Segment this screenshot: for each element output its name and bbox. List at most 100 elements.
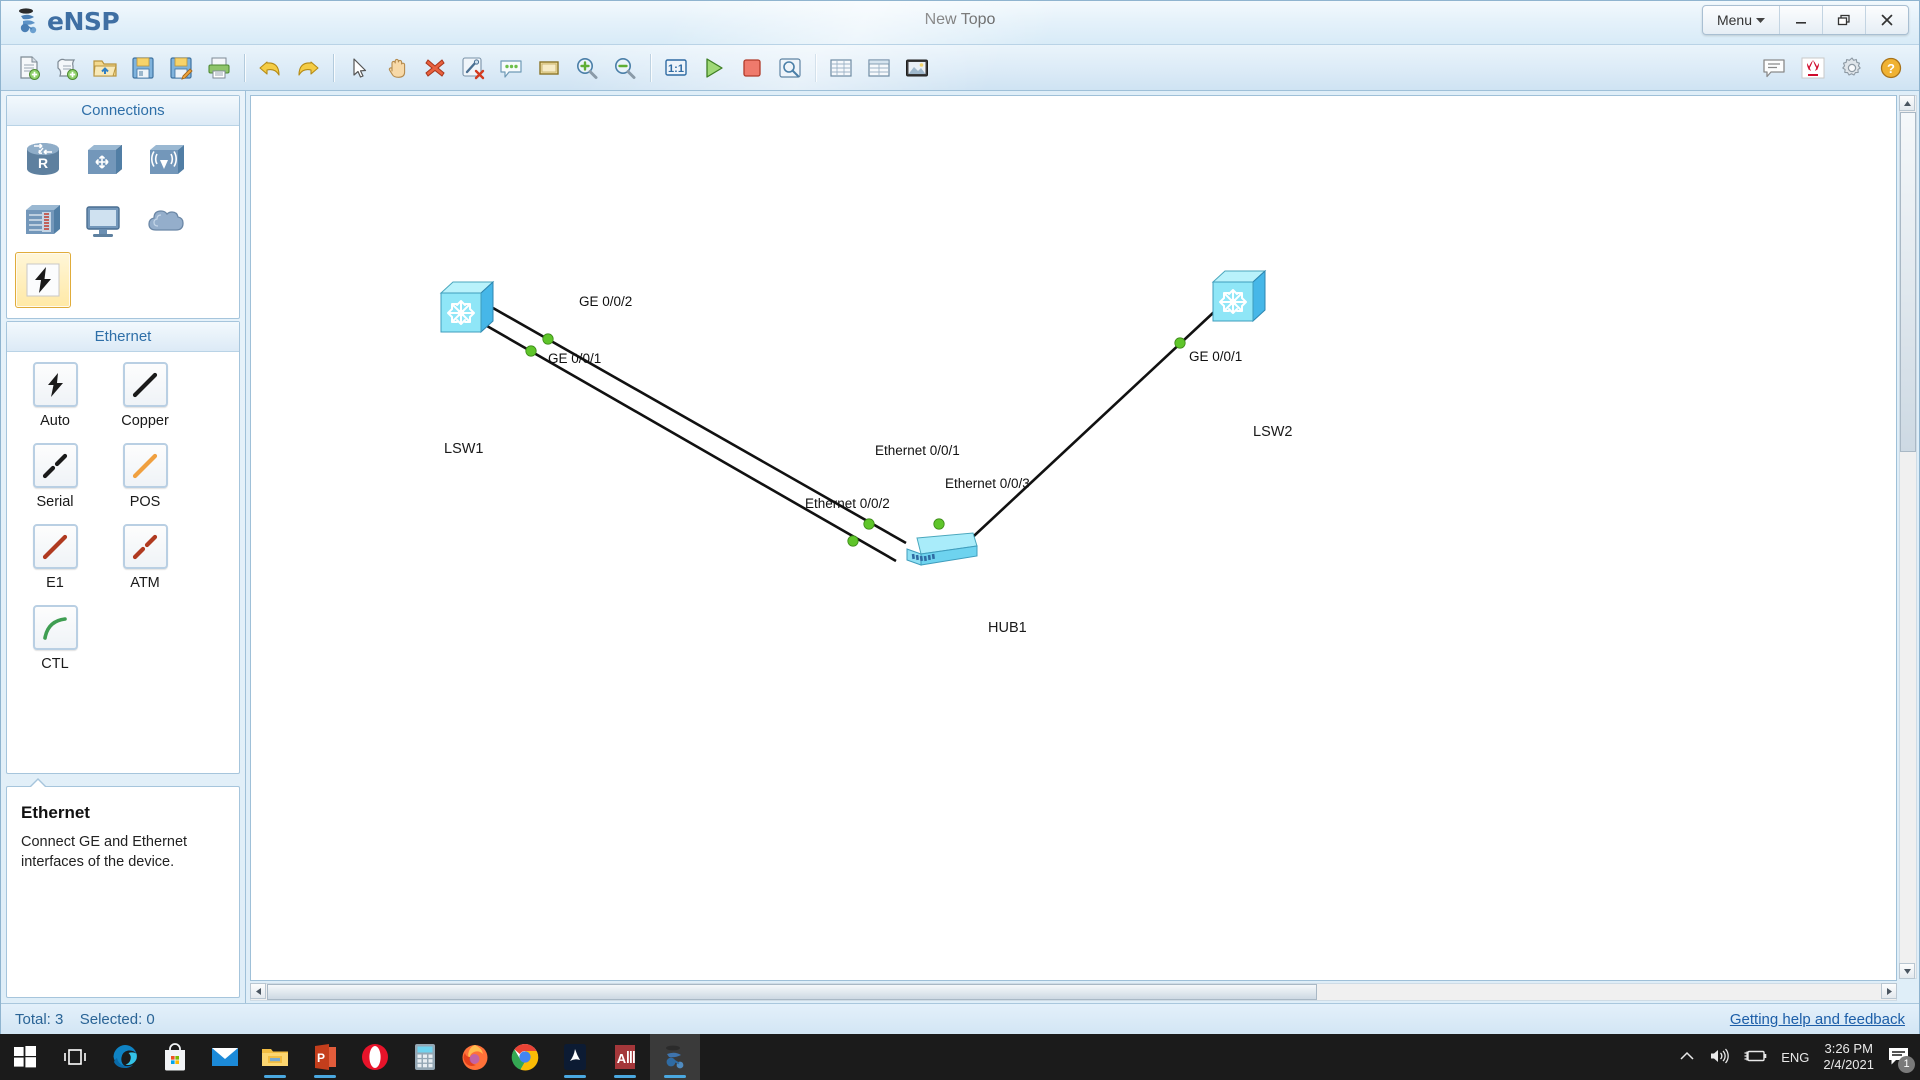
- redo-button[interactable]: [290, 51, 326, 85]
- start-device-button[interactable]: [696, 51, 732, 85]
- scroll-new-icon: [57, 58, 78, 80]
- cable-type-auto[interactable]: Auto: [25, 362, 85, 429]
- device-category-other[interactable]: [139, 192, 195, 248]
- opera-icon: [362, 1044, 388, 1070]
- add-shape-button[interactable]: [531, 51, 567, 85]
- select-tool-button[interactable]: [341, 51, 377, 85]
- device-category-firewall[interactable]: [15, 192, 71, 248]
- horizontal-scroll-thumb[interactable]: [267, 984, 1317, 1000]
- taskbar-store[interactable]: [150, 1034, 200, 1080]
- forum-chat-button[interactable]: [1756, 51, 1792, 85]
- background-button[interactable]: [899, 51, 935, 85]
- device-category-end-devices[interactable]: [77, 192, 133, 248]
- language-indicator[interactable]: ENG: [1781, 1050, 1809, 1065]
- taskbar-powerpoint[interactable]: P: [300, 1034, 350, 1080]
- cable-type-copper[interactable]: Copper: [115, 362, 175, 429]
- start-button[interactable]: [0, 1034, 50, 1080]
- stop-device-button[interactable]: [734, 51, 770, 85]
- task-view-button[interactable]: [50, 1034, 100, 1080]
- cable-ctl-label: CTL: [41, 656, 69, 672]
- chevron-up-icon: [1903, 100, 1911, 106]
- cable-type-serial[interactable]: Serial: [25, 443, 85, 510]
- taskbar-calculator[interactable]: [400, 1034, 450, 1080]
- battery-button[interactable]: [1743, 1049, 1767, 1066]
- device-category-wlan[interactable]: [139, 132, 195, 188]
- microsoft-access-icon: A: [615, 1045, 635, 1069]
- show-interfaces-button[interactable]: [861, 51, 897, 85]
- capture-packet-button[interactable]: [772, 51, 808, 85]
- notifications-button[interactable]: 1: [1888, 1046, 1915, 1073]
- hand-icon: [388, 58, 406, 78]
- status-counts: Total: 3 Selected: 0: [15, 1011, 155, 1028]
- cable-type-atm[interactable]: ATM: [115, 524, 175, 591]
- ensp-application-window: eNSP New Topo Menu 1:1 ? Connections R E…: [0, 0, 1920, 1035]
- taskbar-opera[interactable]: [350, 1034, 400, 1080]
- topology-grid-button[interactable]: [823, 51, 859, 85]
- taskbar-edge[interactable]: [100, 1034, 150, 1080]
- zoom-out-button[interactable]: [607, 51, 643, 85]
- title-bar: eNSP New Topo Menu: [1, 1, 1919, 45]
- vertical-scroll-thumb[interactable]: [1900, 112, 1916, 452]
- windows-taskbar: P A ENG 3:26 PM 2/4/2021 1: [0, 1034, 1920, 1080]
- print-button[interactable]: [201, 51, 237, 85]
- cursor-arrow-icon: [353, 57, 367, 78]
- save-topology-button[interactable]: [125, 51, 161, 85]
- minimize-button[interactable]: [1779, 6, 1822, 34]
- taskbar-chrome[interactable]: [500, 1034, 550, 1080]
- close-button[interactable]: [1865, 6, 1908, 34]
- taskbar-ensp[interactable]: [650, 1034, 700, 1080]
- interface-list-icon: [868, 58, 890, 77]
- menu-button[interactable]: Menu: [1703, 6, 1779, 34]
- open-topology-button[interactable]: [87, 51, 123, 85]
- cable-e1-icon: [32, 524, 78, 569]
- zoom-in-button[interactable]: [569, 51, 605, 85]
- show-hidden-icons-button[interactable]: [1679, 1050, 1695, 1065]
- canvas-vertical-scrollbar[interactable]: [1899, 95, 1917, 979]
- clock[interactable]: 3:26 PM 2/4/2021: [1823, 1041, 1874, 1074]
- device-category-routers[interactable]: R: [15, 132, 71, 188]
- taskbar-mail[interactable]: [200, 1034, 250, 1080]
- taskbar-explorer[interactable]: [250, 1034, 300, 1080]
- device-category-switches[interactable]: [77, 132, 133, 188]
- delete-x-icon: [425, 58, 445, 77]
- scroll-right-button[interactable]: [1881, 983, 1897, 999]
- settings-button[interactable]: [1834, 51, 1870, 85]
- maximize-restore-button[interactable]: [1822, 6, 1865, 34]
- node-lsw1-label: LSW1: [444, 441, 484, 457]
- cable-type-ctl[interactable]: CTL: [25, 605, 85, 672]
- topology-canvas[interactable]: LSW1 LSW2 HUB1 GE 0/0/2 GE 0/0/1 GE 0/0/…: [250, 95, 1897, 981]
- endpoints-icon: [86, 206, 120, 237]
- delete-link-button[interactable]: [455, 51, 491, 85]
- save-as-button[interactable]: [163, 51, 199, 85]
- device-category-connections[interactable]: [15, 252, 71, 308]
- huawei-button[interactable]: [1795, 51, 1831, 85]
- chrome-icon: [511, 1043, 539, 1071]
- background-image-icon: [906, 59, 928, 76]
- volume-button[interactable]: [1709, 1047, 1730, 1068]
- new-document-icon: [20, 55, 40, 80]
- scroll-down-button[interactable]: [1899, 963, 1915, 979]
- taskbar-firefox[interactable]: [450, 1034, 500, 1080]
- scroll-left-button[interactable]: [250, 983, 266, 999]
- delete-button[interactable]: [417, 51, 453, 85]
- help-feedback-link[interactable]: Getting help and feedback: [1730, 1011, 1905, 1028]
- pan-tool-button[interactable]: [379, 51, 415, 85]
- status-total: Total: 3: [15, 1011, 64, 1028]
- undo-button[interactable]: [252, 51, 288, 85]
- add-note-button[interactable]: [493, 51, 529, 85]
- taskbar-items: P A: [0, 1034, 700, 1080]
- new-topology-button[interactable]: [11, 51, 47, 85]
- cable-type-e1[interactable]: E1: [25, 524, 85, 591]
- scroll-up-button[interactable]: [1899, 95, 1915, 111]
- help-button[interactable]: ?: [1873, 51, 1909, 85]
- taskbar-acrobat[interactable]: [550, 1034, 600, 1080]
- taskbar-access[interactable]: A: [600, 1034, 650, 1080]
- cable-type-pos[interactable]: POS: [115, 443, 175, 510]
- routers-icon: R: [27, 143, 59, 175]
- chevron-left-icon: [255, 987, 261, 995]
- canvas-horizontal-scrollbar[interactable]: [250, 983, 1897, 1001]
- actual-size-button[interactable]: 1:1: [658, 51, 694, 85]
- toolbar-view-group: [823, 51, 935, 85]
- new-from-template-button[interactable]: [49, 51, 85, 85]
- node-lsw2-label: LSW2: [1253, 424, 1293, 440]
